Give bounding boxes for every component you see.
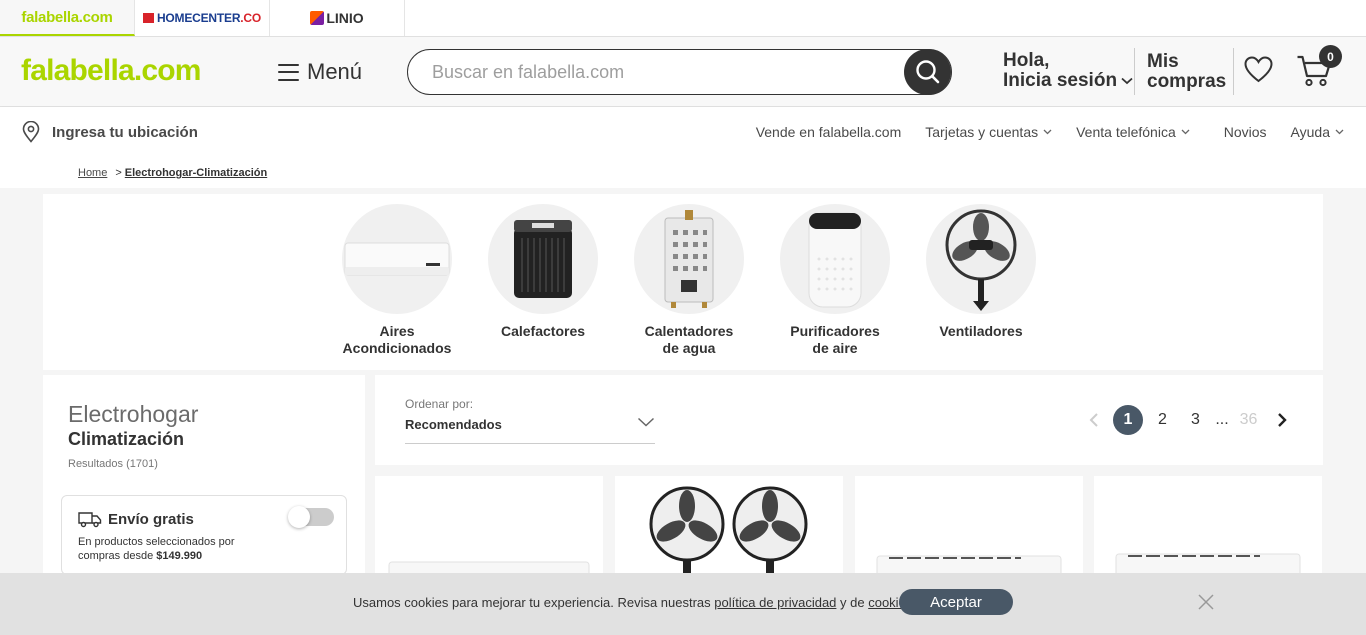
next-page-button[interactable] [1265, 405, 1298, 435]
breadcrumb: Home > Electrohogar-Climatización [78, 167, 267, 179]
menu-button[interactable]: Menú [278, 59, 362, 85]
page-last-button[interactable]: 36 [1232, 405, 1265, 435]
pagination: 1 2 3 ... 36 [1077, 405, 1298, 435]
cookie-banner: Usamos cookies para mejorar tu experienc… [0, 573, 1366, 635]
search-button[interactable] [904, 49, 951, 95]
prev-page-button[interactable] [1077, 405, 1110, 435]
my-purchases-button[interactable]: Mis compras [1147, 52, 1226, 92]
category-calentadores[interactable]: Calentadores de agua [629, 204, 749, 357]
falabella-logo: falabella.com [21, 8, 113, 26]
close-icon[interactable] [1197, 593, 1215, 611]
pagination-ellipsis: ... [1215, 411, 1229, 428]
linio-mark-icon [310, 11, 325, 25]
location-bar: Ingresa tu ubicación Vende en falabella.… [0, 107, 1366, 157]
results-count: Resultados (1701) [68, 458, 158, 470]
toggle-knob [288, 506, 310, 528]
tab-linio[interactable]: LINIO [270, 0, 405, 36]
free-shipping-toggle[interactable] [288, 506, 334, 528]
chevron-down-icon [1181, 129, 1190, 135]
homecenter-house-icon [142, 13, 154, 23]
location-selector[interactable]: Ingresa tu ubicación [22, 121, 198, 143]
brand-tabs: falabella.com HOMECENTER .CO LINIO [0, 0, 1366, 37]
chevron-down-icon[interactable] [637, 417, 655, 428]
free-shipping-title: Envío gratis [108, 511, 194, 528]
breadcrumb-separator: > [115, 167, 122, 179]
breadcrumb-home[interactable]: Home [78, 167, 107, 179]
nav-link-novios[interactable]: Novios [1224, 124, 1267, 140]
air-purifier-icon [780, 204, 890, 314]
chevron-down-icon [1335, 129, 1344, 135]
wishlist-button[interactable] [1244, 56, 1273, 88]
category-calefactores[interactable]: Calefactores [483, 204, 603, 340]
subcategory-title: Climatización [68, 429, 185, 449]
chevron-left-icon [1089, 413, 1098, 427]
top-nav-links: Vende en falabella.com Tarjetas y cuenta… [756, 124, 1344, 140]
header-divider [1134, 48, 1135, 95]
page-1-button[interactable]: 1 [1113, 405, 1143, 435]
tab-falabella[interactable]: falabella.com [0, 0, 135, 36]
search-input[interactable] [432, 50, 892, 94]
category-title: Electrohogar [68, 401, 199, 427]
fan-icon [926, 204, 1036, 314]
linio-logo: LINIO [310, 10, 364, 26]
chevron-right-icon [1277, 413, 1287, 427]
sort-dropdown[interactable]: Recomendados [405, 417, 502, 432]
nav-link-cards[interactable]: Tarjetas y cuentas [925, 124, 1052, 140]
homecenter-logo: HOMECENTER .CO [142, 11, 261, 25]
heart-icon [1244, 56, 1273, 83]
menu-label: Menú [307, 59, 363, 84]
main-header: falabella.com Menú Hola, Inicia sesión M… [0, 37, 1366, 107]
page-3-button[interactable]: 3 [1179, 405, 1212, 435]
header-divider [1233, 48, 1234, 95]
login-button[interactable]: Hola, Inicia sesión [1003, 51, 1133, 91]
truck-icon [78, 512, 102, 528]
breadcrumb-bar: Home > Electrohogar-Climatización [0, 157, 1366, 188]
cart-count-badge: 0 [1319, 45, 1342, 68]
nav-link-sell[interactable]: Vende en falabella.com [756, 124, 902, 140]
sort-underline [405, 443, 655, 444]
search-icon [915, 60, 939, 84]
category-purificadores[interactable]: Purificadores de aire [775, 204, 895, 357]
falabella-main-logo[interactable]: falabella.com [21, 54, 201, 88]
search-box [407, 49, 952, 95]
page-2-button[interactable]: 2 [1146, 405, 1179, 435]
privacy-policy-link[interactable]: política de privacidad [714, 595, 836, 610]
breadcrumb-current[interactable]: Electrohogar-Climatización [125, 167, 267, 179]
sort-label: Ordenar por: [405, 397, 474, 411]
location-pin-icon [22, 121, 40, 143]
chevron-down-icon [1043, 129, 1052, 135]
category-aires-acondicionados[interactable]: Aires Acondicionados [337, 204, 457, 357]
nav-link-phone-sales[interactable]: Venta telefónica [1076, 124, 1190, 140]
location-label: Ingresa tu ubicación [52, 123, 198, 141]
accept-cookies-button[interactable]: Aceptar [899, 589, 1013, 615]
chevron-down-icon [1121, 77, 1133, 85]
hamburger-icon [278, 63, 299, 81]
air-conditioner-icon [342, 204, 452, 314]
heater-icon [488, 204, 598, 314]
tab-homecenter[interactable]: HOMECENTER .CO [135, 0, 270, 36]
category-ventiladores[interactable]: Ventiladores [921, 204, 1041, 340]
free-shipping-filter: Envío gratis En productos seleccionados … [61, 495, 347, 575]
login-label: Inicia sesión [1003, 70, 1118, 91]
subcategory-carousel: Aires Acondicionados Calefactores Calent… [43, 194, 1323, 370]
nav-link-help[interactable]: Ayuda [1291, 124, 1344, 140]
cookie-message: Usamos cookies para mejorar tu experienc… [353, 595, 916, 610]
sort-pagination-bar: Ordenar por: Recomendados 1 2 3 ... 36 [375, 375, 1323, 465]
login-greeting: Hola, [1003, 50, 1050, 71]
free-shipping-description: En productos seleccionados por compras d… [78, 536, 235, 562]
water-heater-icon [634, 204, 744, 314]
